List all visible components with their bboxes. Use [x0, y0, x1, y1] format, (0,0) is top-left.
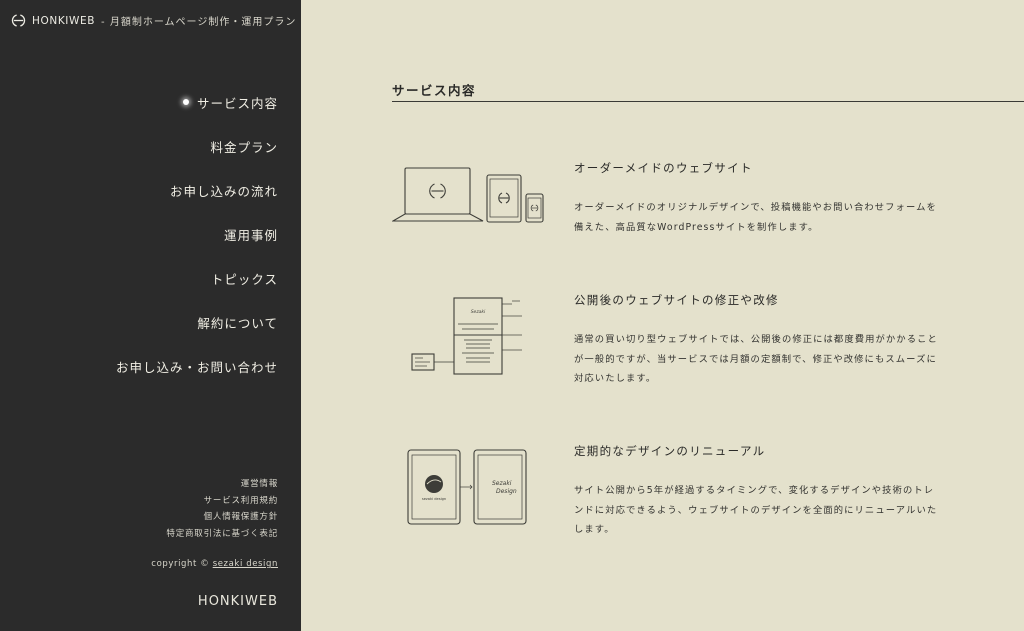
service-title: 公開後のウェブサイトの修正や改修	[574, 293, 779, 307]
nav-item-label: 解約について	[197, 315, 278, 331]
service-title: 定期的なデザインのリニューアル	[574, 444, 766, 458]
nav-item-label: お申し込み・お問い合わせ	[115, 359, 278, 375]
footer-logo[interactable]: HONKIWEB	[198, 594, 278, 609]
nav-item-cases[interactable]: 運用事例	[116, 212, 278, 256]
nav-item-label: 料金プラン	[210, 139, 278, 155]
brand-tagline: - 月額制ホームページ制作・運用プラン	[101, 17, 297, 28]
nav-item-flow[interactable]: お申し込みの流れ	[116, 168, 278, 212]
nav-item-contact[interactable]: お申し込み・お問い合わせ	[116, 344, 278, 388]
nav-item-label: お申し込みの流れ	[169, 183, 278, 199]
nav-item-topics[interactable]: トピックス	[116, 256, 278, 300]
section-divider	[392, 101, 1024, 102]
active-indicator-icon	[182, 99, 189, 105]
footer-link-commerce-law[interactable]: 特定商取引法に基づく表記	[166, 526, 278, 543]
service-description: 通常の買い切り型ウェブサイトでは、公開後の修正には都度費用がかかることが一般的で…	[574, 334, 938, 384]
sidebar: HONKIWEB - 月額制ホームページ制作・運用プラン サービス内容 料金プラ…	[0, 0, 301, 631]
main-content: サービス内容 オーダーメイドのウェブサイト オーダーメイドのオリジナルデザインで…	[301, 0, 1024, 631]
illustration-new-logo-line2: Design	[496, 488, 517, 495]
footer-link-privacy[interactable]: 個人情報保護方針	[166, 509, 278, 526]
brand[interactable]: HONKIWEB - 月額制ホームページ制作・運用プラン	[11, 13, 296, 28]
footer-link-company[interactable]: 運営情報	[166, 476, 278, 493]
devices-illustration-icon	[392, 167, 544, 223]
footer-links: 運営情報 サービス利用規約 個人情報保護方針 特定商取引法に基づく表記	[166, 476, 278, 542]
brand-name: HONKIWEB	[32, 14, 96, 27]
nav-item-label: トピックス	[210, 271, 278, 287]
renewal-illustration-icon: sezaki design Sezaki Design	[407, 449, 527, 525]
nav-item-pricing[interactable]: 料金プラン	[116, 124, 278, 168]
nav-item-label: サービス内容	[196, 95, 278, 111]
nav-item-services[interactable]: サービス内容	[116, 80, 278, 124]
logo-icon	[11, 14, 26, 27]
service-description: オーダーメイドのオリジナルデザインで、投稿機能やお問い合わせフォームを備えた、高…	[574, 202, 937, 233]
section-title: サービス内容	[392, 83, 477, 98]
nav-item-cancellation[interactable]: 解約について	[116, 300, 278, 344]
service-description: サイト公開から5年が経過するタイミングで、変化するデザインや技術のトレンドに対応…	[574, 485, 938, 535]
service-title: オーダーメイドのウェブサイト	[574, 161, 753, 175]
illustration-old-logo: sezaki design	[422, 497, 446, 501]
copyright-link[interactable]: sezaki design	[213, 559, 278, 569]
illustration-page-heading: Sezaki	[471, 309, 486, 315]
nav-item-label: 運用事例	[223, 227, 278, 243]
footer-link-terms[interactable]: サービス利用規約	[166, 493, 278, 510]
copyright: copyright © sezaki design	[151, 559, 278, 569]
site-revision-illustration-icon: Sezaki	[411, 297, 522, 375]
main-nav: サービス内容 料金プラン お申し込みの流れ 運用事例 トピックス 解約について …	[116, 80, 278, 388]
illustration-new-logo-line1: Sezaki	[492, 480, 512, 487]
copyright-prefix: copyright ©	[151, 559, 210, 569]
